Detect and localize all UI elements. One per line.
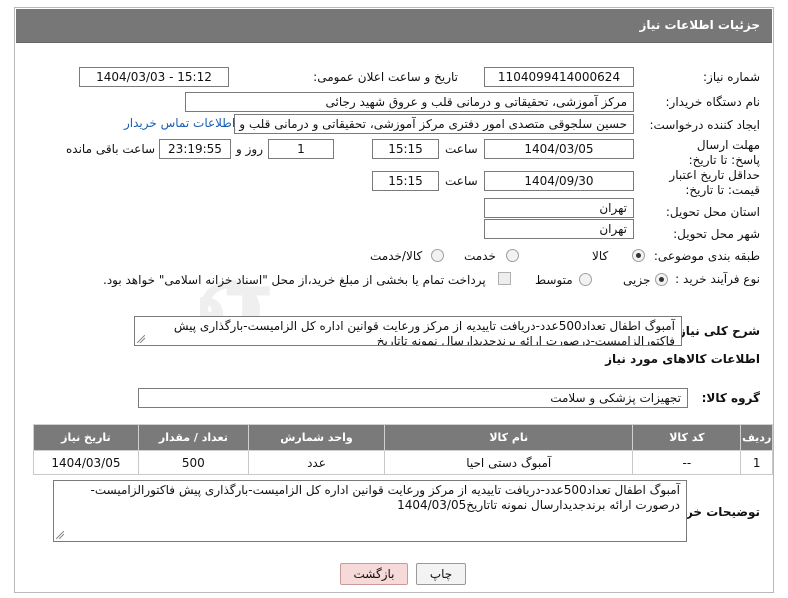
category-radio-service[interactable] <box>506 249 519 262</box>
buyer-org-field: مرکز آموزشی، تحقیقاتی و درمانی قلب و عرو… <box>185 92 634 112</box>
category-label: طبقه بندی موضوعی: <box>653 249 760 263</box>
days-label: روز و <box>236 142 263 156</box>
treasury-payment-note: پرداخت تمام یا بخشی از مبلغ خرید،از محل … <box>103 273 486 287</box>
cell-code: -- <box>632 450 742 475</box>
category-option-goods: کالا <box>592 249 609 263</box>
items-table-header: ردیف کد کالا نام کالا واحد شمارش تعداد /… <box>33 424 773 451</box>
resize-grip-icon[interactable] <box>56 531 64 539</box>
cell-name: آمبوگ دستی احیا <box>384 450 634 475</box>
deadline-time-field: 15:15 <box>372 139 439 159</box>
process-radio-medium[interactable] <box>579 273 592 286</box>
category-option-service: خدمت <box>464 249 496 263</box>
validity-time-label: ساعت <box>445 174 478 188</box>
process-radio-minor[interactable] <box>655 273 668 286</box>
remaining-label: ساعت باقی مانده <box>66 142 156 156</box>
process-label: نوع فرآیند خرید : <box>675 272 760 286</box>
deadline-date-field: 1404/03/05 <box>484 139 634 159</box>
city-field: تهران <box>484 219 634 239</box>
days-field: 1 <box>268 139 334 159</box>
col-quantity: تعداد / مقدار <box>137 424 249 451</box>
table-row: 1 -- آمبوگ دستی احیا عدد 500 1404/03/05 <box>33 450 773 475</box>
deadline-label: مهلت ارسال پاسخ: تا تاریخ: <box>688 138 760 167</box>
items-table: ردیف کد کالا نام کالا واحد شمارش تعداد /… <box>33 424 773 475</box>
buyer-contact-link[interactable]: اطلاعات تماس خریدار <box>124 116 235 130</box>
goods-info-title: اطلاعات کالاهای مورد نیاز <box>605 352 760 366</box>
remaining-time-field: 23:19:55 <box>159 139 231 159</box>
province-label: استان محل تحویل: <box>665 205 760 219</box>
category-radio-goods-service[interactable] <box>431 249 444 262</box>
cell-unit: عدد <box>247 450 386 475</box>
goods-group-label: گروه کالا: <box>701 391 760 405</box>
summary-text: آمبوگ اطفال تعداد500عدد-دریافت تاییدیه ا… <box>173 319 675 346</box>
panel-title: جزئیات اطلاعات نیاز <box>639 18 760 32</box>
cell-date: 1404/03/05 <box>33 450 139 475</box>
process-option-minor: جزیی <box>623 273 651 287</box>
process-option-medium: متوسط <box>535 273 573 287</box>
col-row: ردیف <box>740 424 773 451</box>
category-radio-goods[interactable] <box>632 249 645 262</box>
col-name: نام کالا <box>384 424 634 451</box>
deadline-time-label: ساعت <box>445 142 478 156</box>
city-label: شهر محل تحویل: <box>673 227 760 241</box>
resize-grip-icon[interactable] <box>137 335 145 343</box>
category-option-goods-service: کالا/خدمت <box>370 249 423 263</box>
treasury-payment-checkbox[interactable] <box>498 272 511 285</box>
creator-label: ایجاد کننده درخواست: <box>649 118 760 132</box>
buyer-notes-text: آمبوگ اطفال تعداد500عدد-دریافت تاییدیه ا… <box>90 483 681 512</box>
validity-date-field: 1404/09/30 <box>484 171 634 191</box>
goods-group-field: تجهیزات پزشکی و سلامت <box>138 388 688 408</box>
creator-field: حسین سلجوقی متصدی امور دفتری مرکز آموزشی… <box>234 114 634 134</box>
col-code: کد کالا <box>632 424 742 451</box>
need-number-field: 1104099414000624 <box>484 67 634 87</box>
buyer-org-label: نام دستگاه خریدار: <box>665 95 761 109</box>
validity-time-field: 15:15 <box>372 171 439 191</box>
back-button[interactable]: بازگشت <box>340 563 408 585</box>
panel-header: جزئیات اطلاعات نیاز <box>16 9 772 43</box>
cell-row: 1 <box>740 450 773 475</box>
need-number-label: شماره نیاز: <box>703 70 760 84</box>
summary-label: شرح کلی نیاز: <box>674 324 760 338</box>
col-date: تاریخ نیاز <box>33 424 139 451</box>
announce-field: 1404/03/03 - 15:12 <box>79 67 229 87</box>
province-field: تهران <box>484 198 634 218</box>
validity-label: حداقل تاریخ اعتبار قیمت: تا تاریخ: <box>669 168 760 197</box>
announce-label: تاریخ و ساعت اعلان عمومی: <box>313 70 458 84</box>
cell-quantity: 500 <box>137 450 249 475</box>
buyer-notes-textarea[interactable]: آمبوگ اطفال تعداد500عدد-دریافت تاییدیه ا… <box>53 480 687 542</box>
summary-textarea[interactable]: آمبوگ اطفال تعداد500عدد-دریافت تاییدیه ا… <box>134 316 682 346</box>
col-unit: واحد شمارش <box>247 424 386 451</box>
print-button[interactable]: چاپ <box>416 563 466 585</box>
